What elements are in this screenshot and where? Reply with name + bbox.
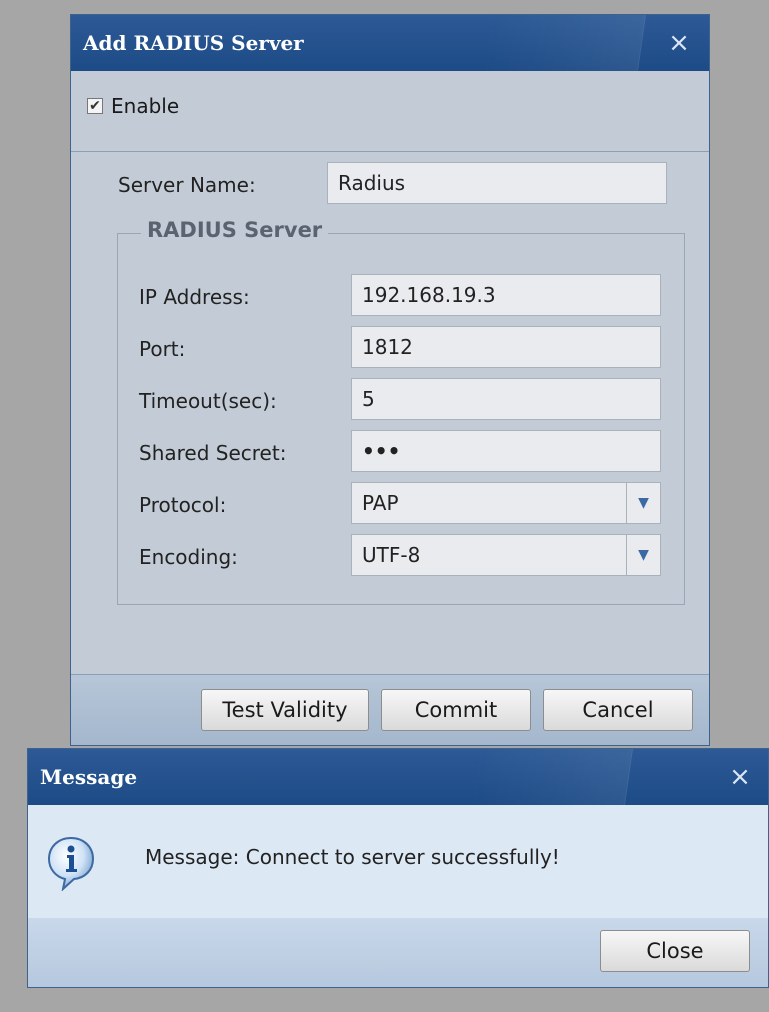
shared-secret-input[interactable]: •••	[351, 430, 661, 472]
message-close-icon[interactable]: ×	[720, 749, 760, 805]
message-titlebar[interactable]: Message ×	[28, 749, 768, 805]
titlebar-sheen	[474, 749, 633, 805]
test-validity-button[interactable]: Test Validity	[201, 689, 369, 731]
add-radius-server-dialog: Add RADIUS Server × ✔ Enable Server Name…	[70, 14, 710, 746]
protocol-label: Protocol:	[139, 493, 227, 517]
dialog-titlebar[interactable]: Add RADIUS Server ×	[71, 15, 709, 71]
port-label: Port:	[139, 337, 186, 361]
port-input[interactable]: 1812	[351, 326, 661, 368]
encoding-label: Encoding:	[139, 545, 238, 569]
encoding-select[interactable]: UTF-8 ▼	[351, 534, 661, 576]
server-name-label: Server Name:	[118, 173, 256, 197]
cancel-button[interactable]: Cancel	[543, 689, 693, 731]
ip-address-label: IP Address:	[139, 285, 250, 309]
protocol-select[interactable]: PAP ▼	[351, 482, 661, 524]
message-footer: Close	[28, 918, 768, 987]
shared-secret-label: Shared Secret:	[139, 441, 287, 465]
encoding-value: UTF-8	[362, 543, 421, 567]
enable-checkbox[interactable]: ✔	[87, 98, 103, 114]
close-button[interactable]: Close	[600, 930, 750, 972]
message-dialog: Message × Message: Connect to server suc…	[27, 748, 769, 988]
protocol-value: PAP	[362, 491, 399, 515]
message-body: Message: Connect to server successfully!	[28, 805, 768, 920]
timeout-label: Timeout(sec):	[139, 389, 277, 413]
commit-button[interactable]: Commit	[381, 689, 531, 731]
timeout-input[interactable]: 5	[351, 378, 661, 420]
dialog-close-icon[interactable]: ×	[659, 15, 699, 71]
ip-address-input[interactable]: 192.168.19.3	[351, 274, 661, 316]
info-icon	[47, 836, 95, 891]
chevron-down-icon[interactable]: ▼	[626, 483, 660, 523]
dialog-footer: Test Validity Commit Cancel	[71, 674, 709, 745]
enable-label: Enable	[111, 94, 180, 118]
message-title: Message	[40, 765, 138, 789]
enable-row: ✔ Enable	[71, 71, 709, 152]
dialog-title: Add RADIUS Server	[83, 31, 304, 55]
radius-server-legend: RADIUS Server	[141, 218, 329, 242]
message-text: Message: Connect to server successfully!	[145, 845, 560, 869]
server-name-input[interactable]: Radius	[327, 162, 667, 204]
chevron-down-icon[interactable]: ▼	[626, 535, 660, 575]
titlebar-sheen	[487, 15, 646, 71]
